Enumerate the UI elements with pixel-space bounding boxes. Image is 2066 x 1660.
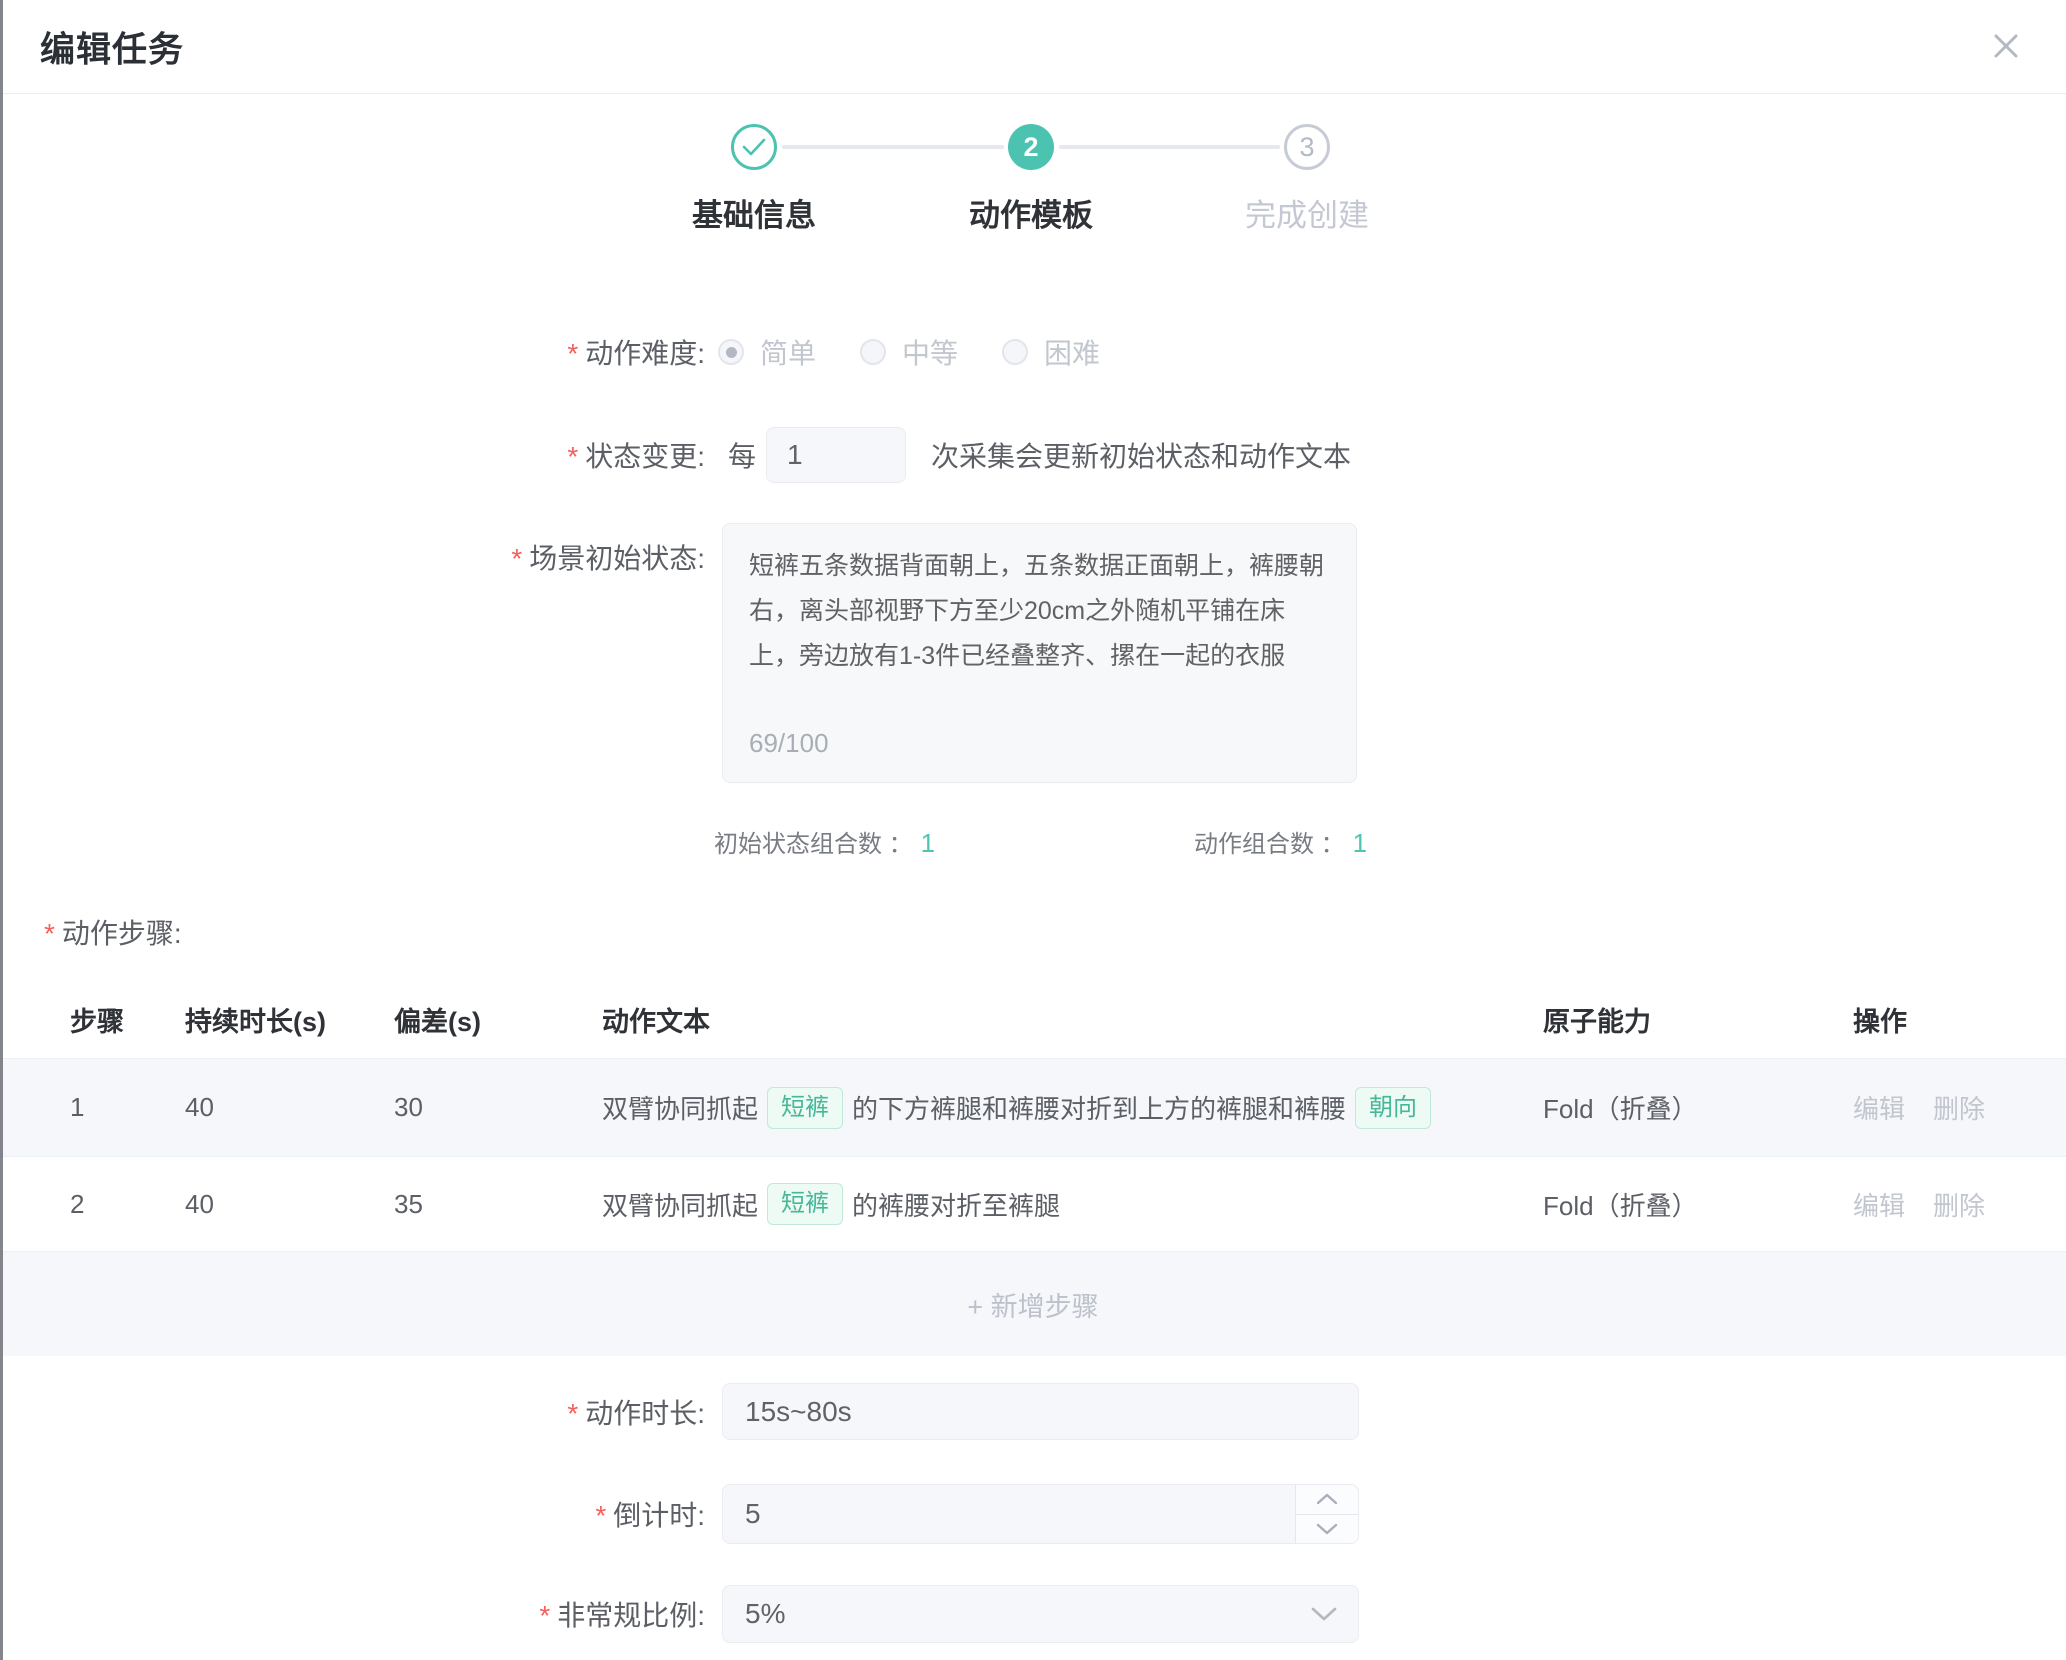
difficulty-label: *动作难度:	[0, 332, 705, 372]
form-row-state-change: *状态变更: 每 1 次采集会更新初始状态和动作文本	[0, 425, 2066, 485]
initial-state-textarea[interactable]: 短裤五条数据背面朝上，五条数据正面朝上，裤腰朝右，离头部视野下方至少20cm之外…	[722, 523, 1357, 783]
header-duration: 持续时长(s)	[185, 980, 326, 1058]
form-row-difficulty: *动作难度: 简单 中等 困难	[0, 322, 2066, 382]
header-deviation: 偏差(s)	[394, 980, 481, 1058]
form-row-unusual-ratio: *非常规比例: 5%	[0, 1585, 2066, 1643]
step-connector-line	[782, 145, 1004, 149]
delete-link[interactable]: 删除	[1933, 1089, 1985, 1126]
unusual-ratio-label: *非常规比例:	[0, 1594, 705, 1634]
difficulty-radio-group: 简单 中等 困难	[705, 332, 1100, 372]
unusual-ratio-select[interactable]: 5%	[722, 1585, 1359, 1643]
duration-input[interactable]: 15s~80s	[722, 1383, 1359, 1440]
cell-action-text: 双臂协同抓起短裤的下方裤腿和裤腰对折到上方的裤腿和裤腰朝向	[602, 1059, 1440, 1156]
add-step-button[interactable]: + 新增步骤	[0, 1252, 2066, 1356]
chevron-down-icon	[1316, 1523, 1338, 1535]
cell-deviation: 30	[394, 1059, 423, 1156]
cell-step: 1	[70, 1059, 84, 1156]
radio-option[interactable]: 简单	[718, 332, 816, 372]
radio-circle-icon	[1002, 339, 1028, 365]
dialog-title: 编辑任务	[40, 21, 184, 72]
entity-tag[interactable]: 短裤	[767, 1183, 843, 1225]
action-text-fragment: 的裤腰对折至裤腿	[852, 1186, 1060, 1223]
edit-link[interactable]: 编辑	[1853, 1186, 1905, 1223]
required-asterisk: *	[567, 441, 578, 472]
entity-tag[interactable]: 短裤	[767, 1087, 843, 1129]
cell-deviation: 35	[394, 1157, 423, 1251]
state-change-input[interactable]: 1	[766, 427, 906, 483]
radio-option[interactable]: 中等	[860, 332, 958, 372]
action-text-fragment: 双臂协同抓起	[602, 1186, 758, 1223]
cell-ability: Fold（折叠）	[1543, 1157, 1698, 1251]
spinner-decrease-button[interactable]	[1296, 1515, 1358, 1544]
table-header-row: 步骤 持续时长(s) 偏差(s) 动作文本 原子能力 操作	[0, 980, 2066, 1058]
dialog-header: 编辑任务	[0, 0, 2066, 94]
countdown-label: *倒计时:	[0, 1494, 705, 1534]
step-label-1: 基础信息	[594, 190, 914, 235]
radio-circle-icon	[718, 339, 744, 365]
spinner-increase-button[interactable]	[1296, 1485, 1358, 1515]
step-circle-3[interactable]: 3	[1284, 124, 1330, 170]
countdown-input[interactable]: 5	[722, 1484, 1359, 1544]
initial-state-label: *场景初始状态:	[0, 523, 705, 577]
required-asterisk: *	[539, 1600, 550, 1631]
radio-option-label: 困难	[1044, 332, 1100, 372]
cell-step: 2	[70, 1157, 84, 1251]
action-steps-table: 步骤 持续时长(s) 偏差(s) 动作文本 原子能力 操作 1 40 30 双臂协同抓…	[0, 980, 2066, 1356]
form-row-duration: *动作时长: 15s~80s	[0, 1383, 2066, 1440]
step-circle-1[interactable]	[731, 124, 777, 170]
duration-label: *动作时长:	[0, 1392, 705, 1432]
table-row: 2 40 35 双臂协同抓起短裤的裤腰对折至裤腿 Fold（折叠） 编辑删除	[0, 1157, 2066, 1252]
required-asterisk: *	[511, 543, 522, 574]
action-combo-value: 1	[1353, 828, 1367, 858]
initial-state-text: 短裤五条数据背面朝上，五条数据正面朝上，裤腰朝右，离头部视野下方至少20cm之外…	[749, 552, 1324, 670]
cell-operations: 编辑删除	[1853, 1059, 1985, 1156]
required-asterisk: *	[567, 1398, 578, 1429]
radio-option-label: 简单	[760, 332, 816, 372]
cell-ability: Fold（折叠）	[1543, 1059, 1698, 1156]
check-icon	[742, 138, 766, 156]
radio-option-label: 中等	[902, 332, 958, 372]
header-action-text: 动作文本	[602, 980, 710, 1058]
close-button[interactable]	[1988, 28, 2024, 64]
step-connector-line	[1059, 145, 1280, 149]
close-icon	[1988, 28, 2024, 64]
cell-operations: 编辑删除	[1853, 1157, 1985, 1251]
edit-link[interactable]: 编辑	[1853, 1089, 1905, 1126]
window-edge	[0, 0, 3, 1660]
entity-tag[interactable]: 朝向	[1355, 1087, 1431, 1129]
radio-option[interactable]: 困难	[1002, 332, 1100, 372]
table-row: 1 40 30 双臂协同抓起短裤的下方裤腿和裤腰对折到上方的裤腿和裤腰朝向 Fold（折…	[0, 1058, 2066, 1157]
action-steps-section-label: *动作步骤:	[44, 912, 182, 952]
number-spinner	[1295, 1485, 1358, 1543]
cell-duration: 40	[185, 1059, 214, 1156]
cell-duration: 40	[185, 1157, 214, 1251]
char-counter: 69/100	[749, 721, 829, 766]
state-change-suffix: 次采集会更新初始状态和动作文本	[931, 435, 1351, 475]
step-label-2: 动作模板	[871, 190, 1191, 235]
action-combo-count: 动作组合数 ：1	[1194, 824, 1367, 859]
select-chevron-down-icon	[1310, 1606, 1338, 1622]
cell-action-text: 双臂协同抓起短裤的裤腰对折至裤腿	[602, 1157, 1060, 1251]
chevron-up-icon	[1316, 1493, 1338, 1505]
initial-combo-count: 初始状态组合数 ：1	[714, 824, 935, 859]
header-ability: 原子能力	[1543, 980, 1651, 1058]
radio-circle-icon	[860, 339, 886, 365]
step-circle-2[interactable]: 2	[1008, 124, 1054, 170]
step-label-3: 完成创建	[1147, 190, 1467, 235]
action-text-fragment: 的下方裤腿和裤腰对折到上方的裤腿和裤腰	[852, 1089, 1346, 1126]
form-row-initial-state: *场景初始状态: 短裤五条数据背面朝上，五条数据正面朝上，裤腰朝右，离头部视野下…	[0, 523, 2066, 783]
required-asterisk: *	[44, 918, 55, 949]
required-asterisk: *	[567, 338, 578, 369]
header-step: 步骤	[70, 980, 124, 1058]
action-text-fragment: 双臂协同抓起	[602, 1089, 758, 1126]
required-asterisk: *	[595, 1500, 606, 1531]
state-change-prefix: 每	[728, 435, 756, 475]
header-operations: 操作	[1853, 980, 1907, 1058]
form-row-countdown: *倒计时: 5	[0, 1484, 2066, 1544]
initial-combo-value: 1	[921, 828, 935, 858]
state-change-label: *状态变更:	[0, 435, 705, 475]
delete-link[interactable]: 删除	[1933, 1186, 1985, 1223]
